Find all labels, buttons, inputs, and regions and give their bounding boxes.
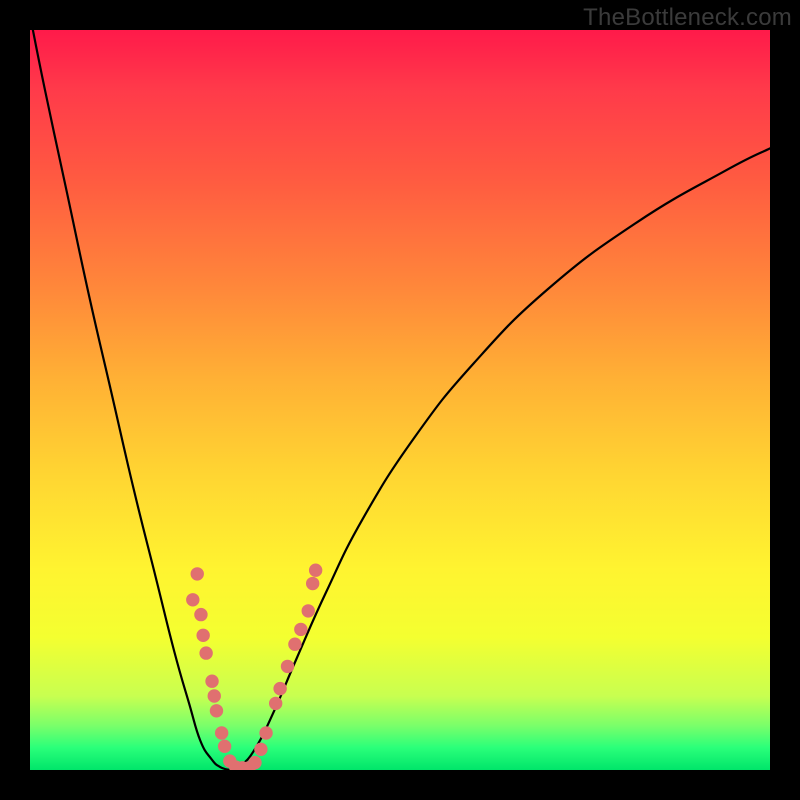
data-dot bbox=[215, 727, 227, 739]
data-dot bbox=[195, 608, 207, 620]
data-dot bbox=[274, 682, 286, 694]
curve-left-branch bbox=[30, 30, 230, 770]
data-dot bbox=[260, 727, 272, 739]
data-dot bbox=[309, 564, 321, 576]
data-dot bbox=[302, 605, 314, 617]
watermark-text: TheBottleneck.com bbox=[583, 4, 792, 32]
chart-svg bbox=[30, 30, 770, 770]
data-dot bbox=[187, 594, 199, 606]
data-dot bbox=[249, 756, 261, 768]
data-dot bbox=[218, 740, 230, 752]
data-dot bbox=[289, 638, 301, 650]
data-dot bbox=[206, 675, 218, 687]
chart-frame: TheBottleneck.com bbox=[0, 0, 800, 800]
curve-right-branch bbox=[230, 148, 770, 770]
curve-group bbox=[30, 30, 770, 770]
data-dot bbox=[197, 629, 209, 641]
data-dot bbox=[208, 690, 220, 702]
data-dot bbox=[255, 743, 267, 755]
data-dot bbox=[306, 577, 318, 589]
data-dot bbox=[200, 647, 212, 659]
plot-area bbox=[30, 30, 770, 770]
dot-group bbox=[187, 564, 322, 770]
data-dot bbox=[210, 705, 222, 717]
data-dot bbox=[269, 697, 281, 709]
data-dot bbox=[281, 660, 293, 672]
data-dot bbox=[295, 623, 307, 635]
data-dot bbox=[191, 568, 203, 580]
